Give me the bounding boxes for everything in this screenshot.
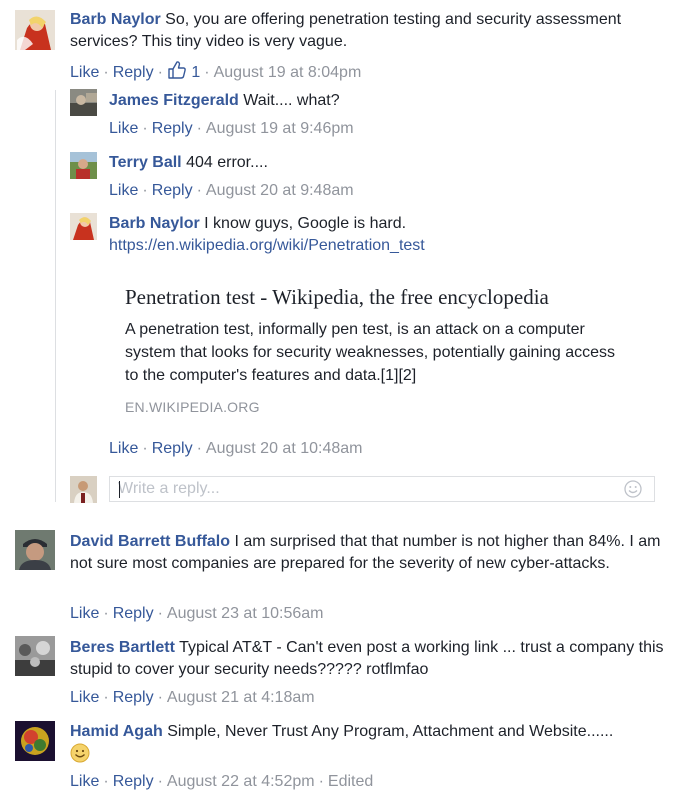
like-button[interactable]: Like bbox=[70, 605, 99, 622]
reply-button[interactable]: Reply bbox=[152, 120, 193, 137]
reply-author[interactable]: Barb Naylor bbox=[109, 215, 200, 232]
like-count[interactable]: 1 bbox=[191, 64, 200, 81]
reply-body: Terry Ball 404 error.... bbox=[109, 152, 659, 174]
reply-body: Barb Naylor I know guys, Google is hard. bbox=[109, 213, 659, 235]
like-button[interactable]: Like bbox=[70, 64, 99, 81]
reply-body: James Fitzgerald Wait.... what? bbox=[109, 90, 659, 112]
like-thumb-icon[interactable] bbox=[167, 60, 187, 80]
comment-actions: Like · Reply · August 21 at 4:18am bbox=[70, 689, 315, 706]
reply-author[interactable]: James Fitzgerald bbox=[109, 92, 239, 109]
timestamp[interactable]: August 19 at 8:04pm bbox=[214, 64, 362, 81]
avatar[interactable] bbox=[15, 721, 55, 761]
avatar[interactable] bbox=[70, 213, 97, 240]
comment-actions: Like · Reply · August 22 at 4:52pm · Edited bbox=[70, 773, 374, 790]
reply-button[interactable]: Reply bbox=[152, 440, 193, 457]
reply-button[interactable]: Reply bbox=[113, 689, 154, 706]
comment-body: Barb Naylor So, you are offering penetra… bbox=[70, 9, 660, 53]
timestamp[interactable]: August 20 at 10:48am bbox=[206, 440, 363, 457]
like-button[interactable]: Like bbox=[109, 120, 138, 137]
reply-button[interactable]: Reply bbox=[152, 182, 193, 199]
comment-body: Hamid Agah Simple, Never Trust Any Progr… bbox=[70, 721, 660, 766]
emoji-icon[interactable] bbox=[624, 480, 642, 498]
reply-actions: Like · Reply · August 19 at 9:46pm bbox=[109, 120, 354, 137]
reply-button[interactable]: Reply bbox=[113, 64, 154, 81]
reply-button[interactable]: Reply bbox=[113, 605, 154, 622]
comment-body: David Barrett Buffalo I am surprised tha… bbox=[70, 531, 665, 575]
reply-thread-line bbox=[55, 90, 56, 502]
like-button[interactable]: Like bbox=[70, 689, 99, 706]
avatar[interactable] bbox=[70, 89, 97, 116]
smiley-emoji-icon bbox=[70, 743, 90, 763]
avatar[interactable] bbox=[15, 636, 55, 676]
reply-author[interactable]: Terry Ball bbox=[109, 154, 182, 171]
text-caret bbox=[119, 481, 120, 498]
avatar[interactable] bbox=[70, 152, 97, 179]
timestamp[interactable]: August 23 at 10:56am bbox=[167, 605, 324, 622]
reply-actions: Like · Reply · August 20 at 9:48am bbox=[109, 182, 354, 199]
comment-actions: Like · Reply · 1 · August 19 at 8:04pm bbox=[70, 60, 361, 83]
link-preview-description: A penetration test, informally pen test,… bbox=[125, 321, 616, 384]
reply-text: Wait.... what? bbox=[243, 92, 340, 109]
comment-author[interactable]: Barb Naylor bbox=[70, 11, 161, 28]
reply-input-box[interactable] bbox=[109, 476, 655, 502]
reply-text: I know guys, Google is hard. bbox=[204, 215, 407, 232]
reply-input[interactable] bbox=[110, 477, 618, 501]
current-user-avatar bbox=[70, 476, 97, 503]
reply-button[interactable]: Reply bbox=[113, 773, 154, 790]
reply-text: 404 error.... bbox=[186, 154, 268, 171]
timestamp[interactable]: August 20 at 9:48am bbox=[206, 182, 354, 199]
like-button[interactable]: Like bbox=[109, 440, 138, 457]
reply-link[interactable]: https://en.wikipedia.org/wiki/Penetratio… bbox=[109, 237, 425, 255]
avatar[interactable] bbox=[15, 530, 55, 570]
comment-body: Beres Bartlett Typical AT&T - Can't even… bbox=[70, 637, 668, 681]
comment-author[interactable]: Hamid Agah bbox=[70, 723, 163, 740]
reply-actions: Like · Reply · August 20 at 10:48am bbox=[109, 440, 363, 457]
like-button[interactable]: Like bbox=[109, 182, 138, 199]
avatar[interactable] bbox=[15, 10, 55, 50]
comment-author[interactable]: Beres Bartlett bbox=[70, 639, 175, 656]
timestamp[interactable]: August 21 at 4:18am bbox=[167, 689, 315, 706]
comment-actions: Like · Reply · August 23 at 10:56am bbox=[70, 605, 324, 622]
like-button[interactable]: Like bbox=[70, 773, 99, 790]
timestamp[interactable]: August 19 at 9:46pm bbox=[206, 120, 354, 137]
link-preview-title[interactable]: Penetration test - Wikipedia, the free e… bbox=[125, 285, 549, 310]
comment-text: Simple, Never Trust Any Program, Attachm… bbox=[167, 723, 614, 740]
timestamp[interactable]: August 22 at 4:52pm bbox=[167, 773, 315, 790]
comment-author[interactable]: David Barrett Buffalo bbox=[70, 533, 230, 550]
edited-label[interactable]: Edited bbox=[328, 773, 373, 790]
link-preview-domain: EN.WIKIPEDIA.ORG bbox=[125, 399, 260, 415]
